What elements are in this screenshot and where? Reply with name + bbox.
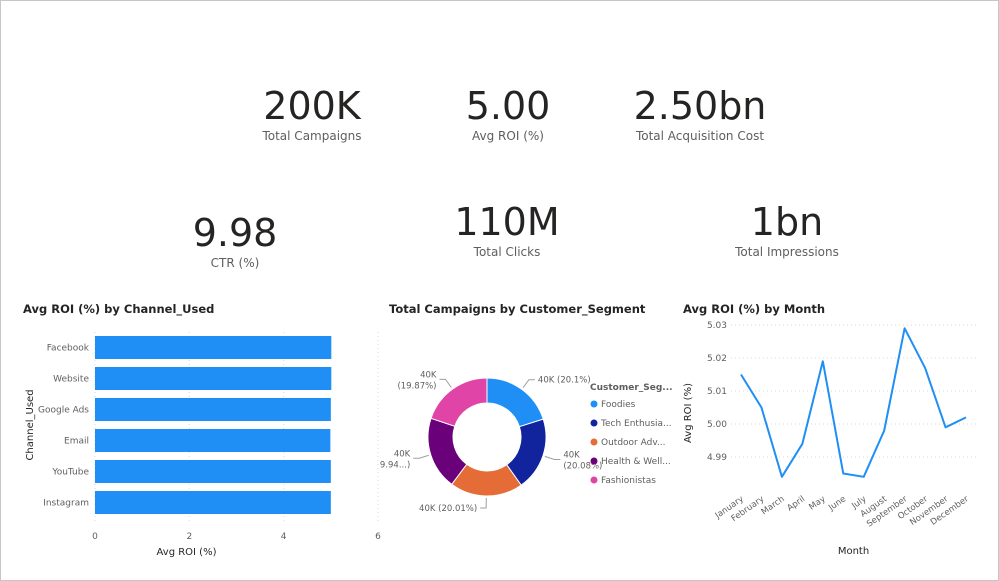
kpi-label: Total Acquisition Cost <box>635 129 765 143</box>
line-chart: 4.995.005.015.025.03JanuaryFebruaryMarch… <box>683 321 976 557</box>
leader-line <box>413 454 429 459</box>
leader-line <box>522 379 535 389</box>
kpi-value: 5.00 <box>465 84 551 128</box>
leader-line <box>480 497 487 509</box>
series-line <box>740 327 967 478</box>
y-tick-label: Instagram <box>43 499 89 509</box>
leader-line <box>439 378 452 388</box>
y-tick-label: 5.03 <box>707 321 727 331</box>
y-tick-label: 4.99 <box>707 453 727 463</box>
y-tick-label: Website <box>53 375 89 385</box>
bar <box>95 367 332 390</box>
data-label: (19.94...) <box>380 460 410 470</box>
data-label: 40K <box>394 449 411 459</box>
donut-slice <box>486 377 544 428</box>
bar <box>95 429 331 452</box>
data-label: 40K <box>563 451 580 461</box>
x-axis-title: Avg ROI (%) <box>157 547 217 558</box>
bar <box>95 398 331 421</box>
data-label: 40K (20.1%) <box>538 376 591 386</box>
legend-title: Customer_Seg... <box>590 383 673 393</box>
y-tick-label: Google Ads <box>38 406 89 416</box>
x-tick-label: May <box>807 494 827 512</box>
y-tick-label: 5.01 <box>707 387 727 397</box>
legend-marker <box>590 419 598 427</box>
x-tick-label: 0 <box>92 532 98 542</box>
kpi-total-clicks: 110M Total Clicks <box>427 202 587 260</box>
line-chart-title: Avg ROI (%) by Month <box>683 302 826 316</box>
kpi-label: Total Impressions <box>735 245 839 259</box>
y-tick-label: Email <box>64 437 89 447</box>
y-tick-label: 5.02 <box>707 354 727 364</box>
kpi-label: Total Clicks <box>473 245 541 259</box>
legend-item: Outdoor Adv... <box>601 438 666 448</box>
legend-item: Health & Well... <box>601 457 671 467</box>
legend-item: Foodies <box>601 400 636 410</box>
data-label: 40K <box>420 370 437 380</box>
x-tick-label: 6 <box>375 532 381 542</box>
y-tick-label: YouTube <box>51 468 89 478</box>
legend-marker <box>590 400 598 408</box>
kpi-total-acquisition-cost: 2.50bn Total Acquisition Cost <box>610 86 790 144</box>
donut-chart: 40K (20.1%)40K(20.08%)40K (20.01%)40K(19… <box>380 370 673 514</box>
x-tick-label: June <box>826 494 848 513</box>
x-axis-title: Month <box>838 546 869 557</box>
y-tick-label: Facebook <box>47 344 90 354</box>
x-tick-label: March <box>760 494 787 517</box>
kpi-label: CTR (%) <box>210 256 260 270</box>
data-label: (19.87%) <box>397 381 436 391</box>
legend-item: Tech Enthusia... <box>600 419 672 429</box>
y-axis-title: Channel_Used <box>25 389 36 460</box>
legend-marker <box>590 457 598 465</box>
legend-marker <box>590 438 598 446</box>
kpi-total-impressions: 1bn Total Impressions <box>707 202 867 260</box>
kpi-value: 2.50bn <box>633 84 767 128</box>
bar <box>95 460 331 483</box>
x-tick-label: 4 <box>281 532 287 542</box>
kpi-value: 1bn <box>750 200 824 244</box>
kpi-value: 9.98 <box>192 211 278 255</box>
leader-line <box>544 455 561 461</box>
data-label: 40K (20.01%) <box>419 504 477 514</box>
bar <box>95 491 331 514</box>
kpi-label: Avg ROI (%) <box>472 129 544 143</box>
donut-slice <box>430 377 488 427</box>
kpi-total-campaigns: 200K Total Campaigns <box>232 86 392 144</box>
legend-marker <box>590 476 598 484</box>
x-tick-label: 2 <box>186 532 192 542</box>
kpi-value: 200K <box>263 84 361 128</box>
bar-chart: 0 2 4 6 Facebook Website Google Ads Email YouTub… <box>25 332 381 558</box>
y-axis-title: Avg ROI (%) <box>683 383 694 443</box>
x-tick-label: April <box>785 494 807 513</box>
y-tick-label: 5.00 <box>707 420 727 430</box>
bar-chart-title: Avg ROI (%) by Channel_Used <box>23 302 215 316</box>
bar <box>95 336 332 359</box>
legend-item: Fashionistas <box>601 476 656 486</box>
donut-chart-title: Total Campaigns by Customer_Segment <box>389 302 646 316</box>
kpi-avg-roi: 5.00 Avg ROI (%) <box>428 86 588 144</box>
kpi-ctr: 9.98 CTR (%) <box>155 213 315 271</box>
kpi-label: Total Campaigns <box>262 129 362 143</box>
kpi-value: 110M <box>454 200 560 244</box>
